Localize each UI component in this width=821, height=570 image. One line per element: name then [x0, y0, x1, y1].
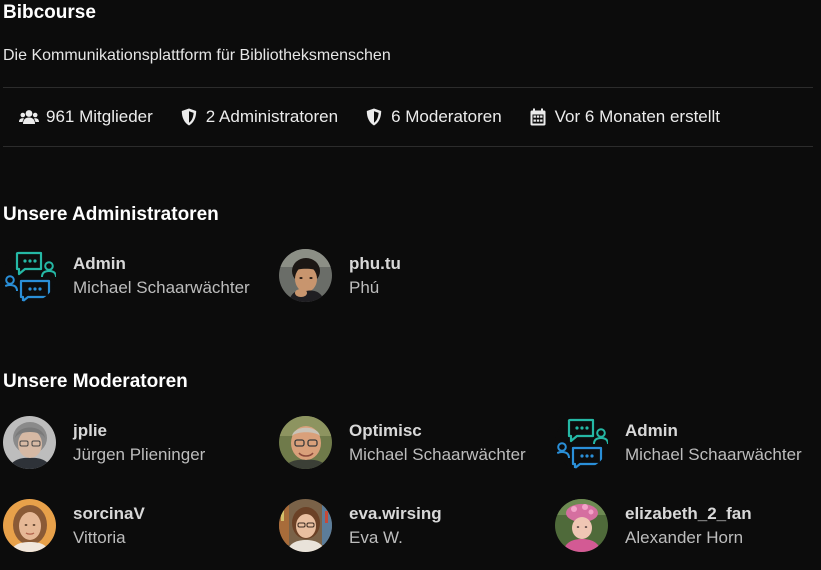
- user-photo: [279, 249, 332, 302]
- username[interactable]: Optimisc: [349, 419, 526, 443]
- full-name: Michael Schaarwächter: [73, 277, 250, 297]
- community-title: Bibcourse: [3, 2, 96, 23]
- chat-logo-icon: [3, 249, 56, 302]
- calendar-icon: [530, 108, 546, 126]
- users-icon: [19, 110, 39, 124]
- avatar[interactable]: [3, 416, 56, 469]
- chat-logo-icon: [555, 416, 608, 469]
- avatar[interactable]: [279, 416, 332, 469]
- stat-members-label: 961 Mitglieder: [46, 107, 153, 126]
- moderator-card-elizabeth-2-fan[interactable]: elizabeth_2_fan Alexander Horn: [555, 499, 752, 552]
- stat-moderators-label: 6 Moderatoren: [391, 107, 502, 126]
- avatar[interactable]: [279, 249, 332, 302]
- admin-card-phu-tu[interactable]: phu.tu Phú: [279, 249, 401, 302]
- user-photo: [279, 499, 332, 552]
- moderators-heading: Unsere Moderatoren: [3, 371, 188, 392]
- shield-icon: [181, 108, 196, 126]
- full-name: Eva W.: [349, 527, 403, 547]
- username[interactable]: sorcinaV: [73, 502, 145, 526]
- user-photo: [555, 499, 608, 552]
- full-name: Michael Schaarwächter: [625, 444, 802, 464]
- full-name: Jürgen Plieninger: [73, 444, 206, 464]
- stat-admins: 2 Administratoren: [181, 107, 338, 127]
- avatar[interactable]: [3, 499, 56, 552]
- full-name: Michael Schaarwächter: [349, 444, 526, 464]
- community-description: Die Kommunikationsplattform für Biblioth…: [3, 47, 391, 64]
- user-photo: [3, 499, 56, 552]
- full-name: Alexander Horn: [625, 527, 744, 547]
- username[interactable]: phu.tu: [349, 252, 401, 276]
- stat-created-label: Vor 6 Monaten erstellt: [554, 107, 721, 126]
- stat-moderators: 6 Moderatoren: [366, 107, 502, 127]
- stats-bar: 961 Mitglieder 2 Administratoren 6 Moder…: [3, 87, 813, 147]
- avatar[interactable]: [3, 249, 56, 302]
- moderator-card-optimisc[interactable]: Optimisc Michael Schaarwächter: [279, 416, 526, 469]
- username[interactable]: elizabeth_2_fan: [625, 502, 752, 526]
- full-name: Vittoria: [73, 527, 126, 547]
- stat-admins-label: 2 Administratoren: [205, 107, 339, 126]
- username[interactable]: eva.wirsing: [349, 502, 442, 526]
- moderator-card-sorcinav[interactable]: sorcinaV Vittoria: [3, 499, 145, 552]
- avatar[interactable]: [555, 499, 608, 552]
- username[interactable]: Admin: [625, 419, 802, 443]
- moderator-card-eva-wirsing[interactable]: eva.wirsing Eva W.: [279, 499, 442, 552]
- user-photo: [3, 416, 56, 469]
- stat-members: 961 Mitglieder: [19, 107, 153, 127]
- moderator-card-jplie[interactable]: jplie Jürgen Plieninger: [3, 416, 205, 469]
- avatar[interactable]: [279, 499, 332, 552]
- full-name: Phú: [349, 277, 380, 297]
- user-photo: [279, 416, 332, 469]
- stat-created: Vor 6 Monaten erstellt: [530, 107, 720, 127]
- admin-card-admin[interactable]: Admin Michael Schaarwächter: [3, 249, 250, 302]
- moderator-card-admin[interactable]: Admin Michael Schaarwächter: [555, 416, 802, 469]
- admins-heading: Unsere Administratoren: [3, 204, 219, 225]
- avatar[interactable]: [555, 416, 608, 469]
- username[interactable]: jplie: [73, 419, 205, 443]
- shield-icon: [366, 108, 382, 126]
- username[interactable]: Admin: [73, 252, 250, 276]
